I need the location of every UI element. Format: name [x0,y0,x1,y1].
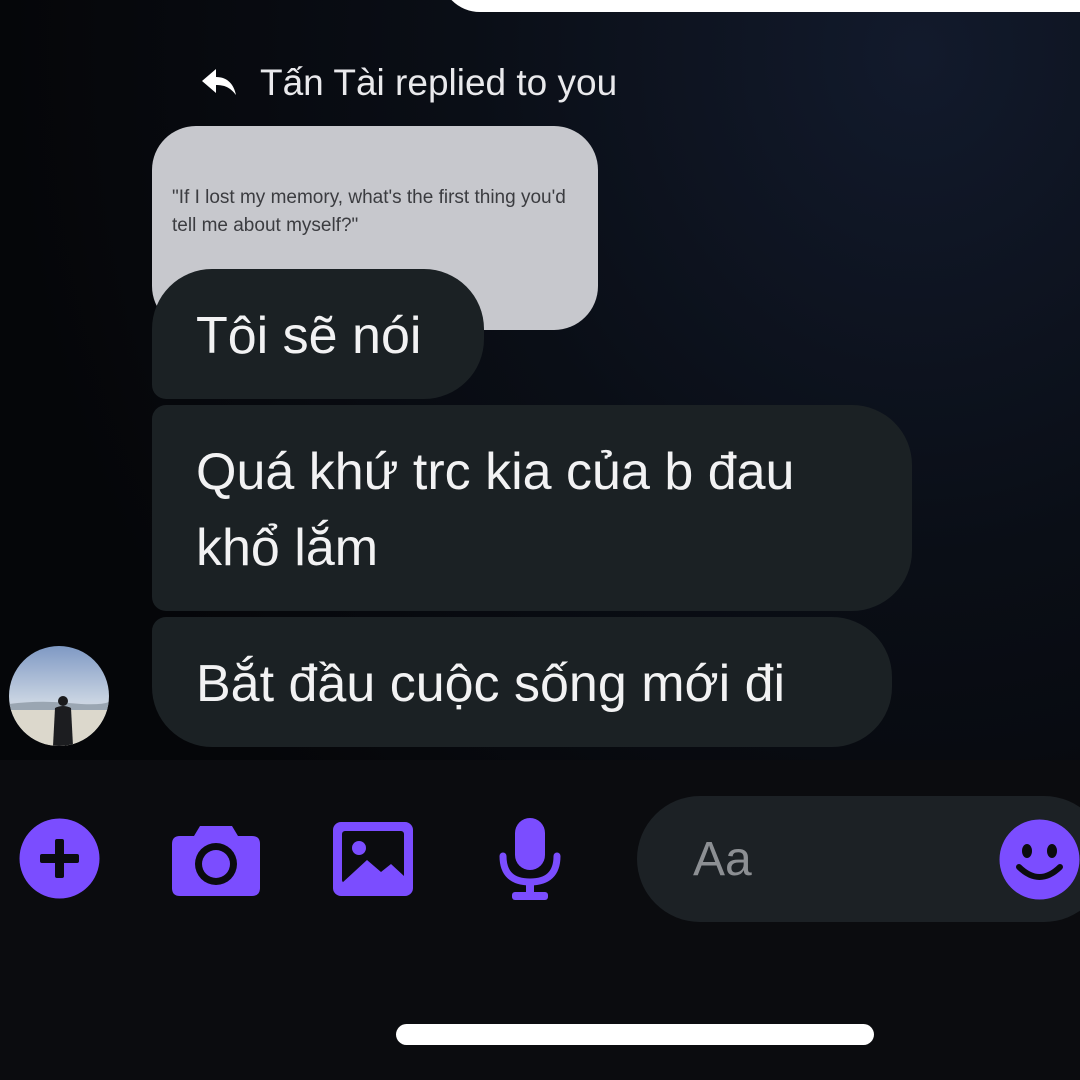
message-bubble[interactable]: Bắt đầu cuộc sống mới đi [152,617,892,747]
top-sheet [440,0,1080,12]
avatar[interactable] [9,646,109,746]
message-bubble[interactable]: Tôi sẽ nói [152,269,484,399]
image-icon[interactable] [333,822,413,896]
microphone-icon[interactable] [498,818,562,900]
reply-header: Tấn Tài replied to you [200,62,617,104]
reply-header-text: Tấn Tài replied to you [260,62,618,103]
camera-icon[interactable] [172,822,260,896]
emoji-icon[interactable] [999,819,1080,900]
message-bubble[interactable]: Quá khứ trc kia của b đau khổ lắm [152,405,912,611]
plus-icon[interactable] [19,818,100,899]
reply-arrow-icon [200,67,242,99]
chat-screen: Tấn Tài replied to you "If I lost my mem… [0,0,1080,1080]
home-indicator[interactable] [396,1024,874,1045]
